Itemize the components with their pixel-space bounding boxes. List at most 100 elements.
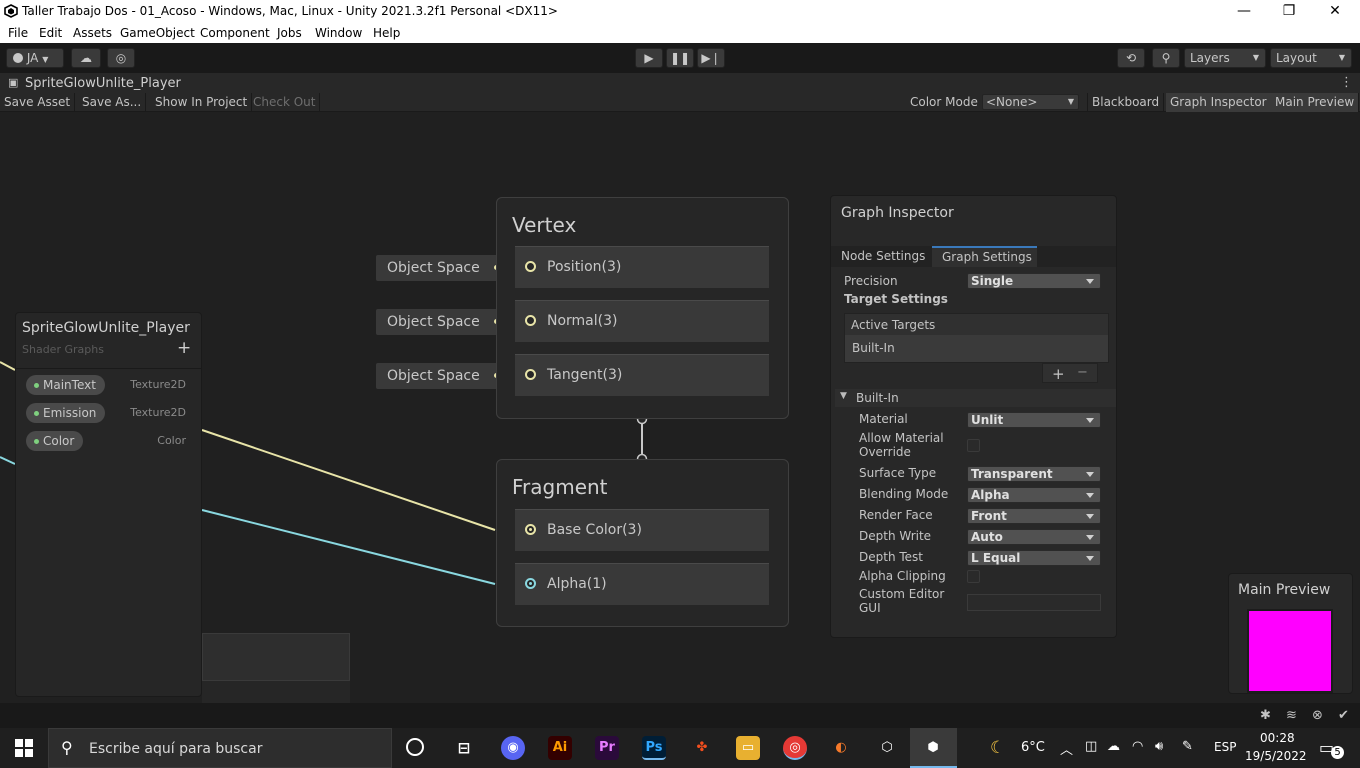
property-pill[interactable]: Color bbox=[26, 431, 84, 451]
menu-jobs[interactable]: Jobs bbox=[277, 26, 302, 40]
material-dropdown[interactable]: Unlit bbox=[967, 412, 1101, 428]
weather-temp[interactable]: 6°C bbox=[1021, 740, 1045, 755]
pause-button[interactable]: ❚❚ bbox=[666, 48, 694, 68]
menu-assets[interactable]: Assets bbox=[73, 26, 112, 40]
cache-icon[interactable]: ⊗ bbox=[1312, 708, 1323, 723]
premiere-icon[interactable]: Pr bbox=[595, 736, 619, 760]
tab-node-settings[interactable]: Node Settings bbox=[841, 249, 925, 263]
figma-icon[interactable]: ✤ bbox=[690, 736, 714, 760]
clock-time[interactable]: 00:28 bbox=[1260, 731, 1295, 745]
allow-override-checkbox[interactable] bbox=[967, 439, 980, 452]
graph-canvas[interactable]: Object Space Object Space Object Space V… bbox=[0, 112, 1360, 703]
discord-icon[interactable]: ◉ bbox=[501, 736, 525, 760]
taskbar-search-box[interactable]: ⚲ Escribe aquí para buscar bbox=[48, 728, 392, 768]
position-block[interactable]: Position(3) bbox=[515, 246, 769, 288]
close-button[interactable]: ✕ bbox=[1312, 0, 1358, 23]
graph-tab-title[interactable]: SpriteGlowUnlite_Player bbox=[25, 76, 181, 91]
windows-start-icon[interactable] bbox=[15, 739, 33, 757]
surface-type-dropdown[interactable]: Transparent bbox=[967, 466, 1101, 482]
illustrator-icon[interactable]: Ai bbox=[548, 736, 572, 760]
object-space-input[interactable]: Object Space bbox=[376, 309, 520, 335]
collab-button[interactable]: ◎ bbox=[107, 48, 135, 68]
custom-editor-field[interactable] bbox=[967, 594, 1101, 611]
port-icon[interactable] bbox=[525, 524, 536, 535]
tangent-block[interactable]: Tangent(3) bbox=[515, 354, 769, 396]
built-in-section-header[interactable]: ▼ Built-In bbox=[835, 389, 1116, 407]
minimize-button[interactable]: — bbox=[1221, 0, 1267, 23]
layout-dropdown[interactable]: Layout ▼ bbox=[1270, 48, 1352, 68]
more-options-icon[interactable]: ⋮ bbox=[1340, 75, 1353, 90]
blackboard-panel[interactable]: SpriteGlowUnlite_Player Shader Graphs + … bbox=[15, 312, 202, 697]
depth-write-dropdown[interactable]: Auto bbox=[967, 529, 1101, 545]
object-space-input[interactable]: Object Space bbox=[376, 363, 520, 389]
blackboard-toggle[interactable]: Blackboard bbox=[1087, 93, 1165, 112]
play-button[interactable]: ▶ bbox=[635, 48, 663, 68]
volume-icon[interactable]: 🔊︎ bbox=[1155, 739, 1163, 754]
precision-dropdown[interactable]: Single bbox=[967, 273, 1101, 289]
object-space-input[interactable]: Object Space bbox=[376, 255, 520, 281]
port-icon[interactable] bbox=[525, 578, 536, 589]
property-pill[interactable]: MainText bbox=[26, 375, 105, 395]
preview-render[interactable] bbox=[1247, 609, 1333, 693]
chevron-up-icon[interactable]: ︿ bbox=[1060, 739, 1073, 758]
show-in-project-button[interactable]: Show In Project bbox=[151, 93, 253, 112]
chrome-icon[interactable]: ◎ bbox=[783, 736, 807, 760]
menu-help[interactable]: Help bbox=[373, 26, 400, 40]
base-color-block[interactable]: Base Color(3) bbox=[515, 509, 769, 551]
port-icon[interactable] bbox=[525, 315, 536, 326]
alpha-block[interactable]: Alpha(1) bbox=[515, 563, 769, 605]
language-indicator[interactable]: ESP bbox=[1214, 740, 1236, 754]
wifi-icon[interactable]: ◠ bbox=[1132, 739, 1143, 754]
search-button[interactable]: ⚲ bbox=[1152, 48, 1180, 68]
target-item[interactable]: Built-In bbox=[845, 335, 1108, 362]
cloud-button[interactable]: ☁ bbox=[71, 48, 101, 68]
clock-date[interactable]: 19/5/2022 bbox=[1245, 749, 1307, 763]
main-preview-toggle[interactable]: Main Preview bbox=[1271, 93, 1360, 112]
menu-component[interactable]: Component bbox=[200, 26, 270, 40]
meet-icon[interactable]: ◫ bbox=[1085, 739, 1097, 754]
port-icon[interactable] bbox=[525, 369, 536, 380]
blending-mode-dropdown[interactable]: Alpha bbox=[967, 487, 1101, 503]
fragment-stack[interactable]: Fragment Base Color(3) Alpha(1) bbox=[496, 459, 789, 627]
history-button[interactable]: ⟲ bbox=[1117, 48, 1145, 68]
port-icon[interactable] bbox=[525, 261, 536, 272]
property-pill[interactable]: Emission bbox=[26, 403, 106, 423]
cortana-icon[interactable] bbox=[406, 738, 424, 756]
menu-gameobject[interactable]: GameObject bbox=[120, 26, 195, 40]
render-face-dropdown[interactable]: Front bbox=[967, 508, 1101, 524]
vertex-stack[interactable]: Vertex Position(3) Normal(3) Tangent(3) bbox=[496, 197, 789, 419]
menu-window[interactable]: Window bbox=[315, 26, 362, 40]
menu-edit[interactable]: Edit bbox=[39, 26, 62, 40]
step-button[interactable]: ▶❘ bbox=[697, 48, 725, 68]
check-icon[interactable]: ✔ bbox=[1338, 708, 1349, 723]
layers-dropdown[interactable]: Layers ▼ bbox=[1184, 48, 1266, 68]
stack-icon[interactable]: ≋ bbox=[1286, 708, 1297, 723]
task-view-icon[interactable]: ⊟ bbox=[452, 736, 476, 760]
account-dropdown[interactable]: JA ▼ bbox=[6, 48, 64, 68]
blender-icon[interactable]: ◐ bbox=[829, 736, 853, 760]
remove-target-button[interactable]: − bbox=[1077, 365, 1088, 380]
menu-file[interactable]: File bbox=[8, 26, 28, 40]
add-target-button[interactable]: + bbox=[1052, 365, 1065, 383]
save-as-button[interactable]: Save As... bbox=[78, 93, 147, 112]
maximize-button[interactable]: ❐ bbox=[1266, 0, 1312, 23]
add-property-button[interactable]: + bbox=[177, 338, 191, 358]
unity-hub-icon[interactable]: ⬡ bbox=[875, 736, 899, 760]
partial-node[interactable] bbox=[202, 633, 350, 681]
check-out-button[interactable]: Check Out bbox=[249, 93, 321, 112]
bug-icon[interactable]: ✱ bbox=[1260, 708, 1271, 723]
tab-graph-settings[interactable]: Graph Settings bbox=[932, 246, 1037, 267]
unity-editor-taskbar-item[interactable]: ⬢ bbox=[910, 728, 957, 768]
file-explorer-icon[interactable]: ▭ bbox=[736, 736, 760, 760]
alpha-clipping-checkbox[interactable] bbox=[967, 570, 980, 583]
color-mode-dropdown[interactable]: <None> ▼ bbox=[982, 94, 1079, 110]
photoshop-icon[interactable]: Ps bbox=[642, 736, 666, 760]
graph-inspector-toggle[interactable]: Graph Inspector bbox=[1166, 93, 1272, 112]
save-asset-button[interactable]: Save Asset bbox=[0, 93, 76, 112]
main-preview-panel[interactable]: Main Preview bbox=[1228, 573, 1353, 694]
pen-icon[interactable]: ✎ bbox=[1182, 739, 1193, 754]
graph-inspector-panel[interactable]: Graph Inspector Node Settings Graph Sett… bbox=[830, 195, 1117, 638]
depth-test-dropdown[interactable]: L Equal bbox=[967, 550, 1101, 566]
normal-block[interactable]: Normal(3) bbox=[515, 300, 769, 342]
onedrive-icon[interactable]: ☁ bbox=[1107, 739, 1120, 754]
